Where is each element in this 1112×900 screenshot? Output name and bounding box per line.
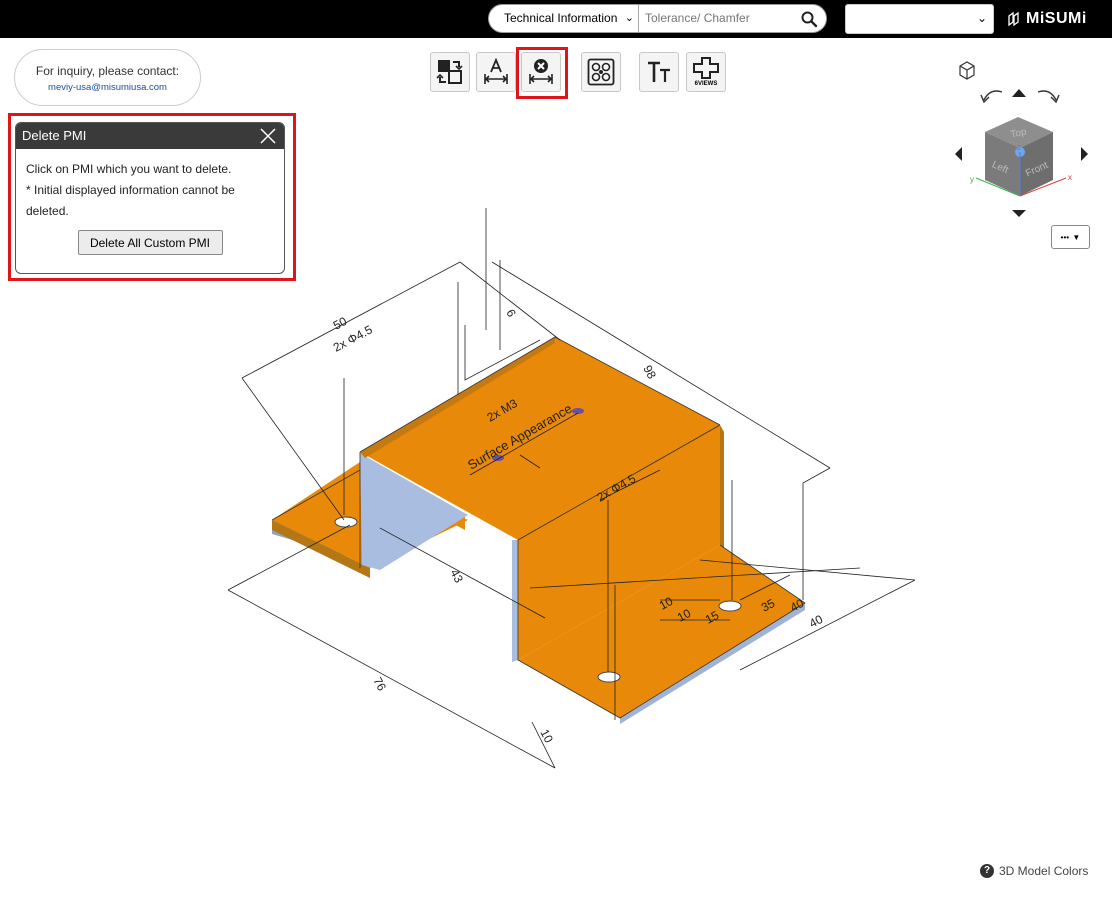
dim-35: 35 <box>759 596 778 615</box>
contact-email[interactable]: meviy-usa@misumiusa.com <box>15 82 200 93</box>
dim-10-a: 10 <box>657 594 676 613</box>
dim-98: 98 <box>640 363 659 382</box>
more-options-button[interactable]: ••• ▼ <box>1051 225 1090 249</box>
home-view-icon[interactable] <box>959 61 975 80</box>
misumi-logo[interactable]: MiSUMi <box>1008 9 1087 29</box>
six-views-icon <box>693 57 719 79</box>
add-dimension-button[interactable] <box>476 52 516 92</box>
panel-body: Click on PMI which you want to delete. *… <box>16 149 284 265</box>
caret-down-icon: ▼ <box>1072 233 1081 242</box>
dim-surface-appearance: Surface Appearance <box>465 401 575 473</box>
dim-10-b: 10 <box>675 606 694 625</box>
toggle-view-button[interactable] <box>430 52 470 92</box>
logo-text: MiSUMi <box>1026 10 1087 27</box>
chevron-down-icon: ⌄ <box>624 12 634 24</box>
rotate-right-icon[interactable] <box>1037 90 1060 104</box>
arrow-up-icon[interactable] <box>1012 89 1026 97</box>
y-axis-label: y <box>970 175 974 184</box>
active-tool-highlight <box>516 47 568 99</box>
dim-m3: 2x M3 <box>485 396 521 425</box>
search-input[interactable]: Tolerance/ Chamfer <box>640 5 790 32</box>
top-bar: Technical Information ⌄ Tolerance/ Chamf… <box>0 0 1112 38</box>
pmi-dimension-labels: 50 2x Φ4.5 6 98 2x M3 Surface Appearance… <box>331 307 826 746</box>
view-cube[interactable]: Top Left Front <box>985 117 1053 196</box>
logo-mark-icon <box>1008 11 1019 27</box>
hole-info-button[interactable] <box>581 52 621 92</box>
delete-all-custom-pmi-button[interactable]: Delete All Custom PMI <box>77 230 223 255</box>
view-cube-navigator: Top Left Front x y z <box>955 61 1088 217</box>
sheet-metal-part <box>271 336 806 724</box>
help-icon: ? <box>980 864 994 878</box>
search-category-label: Technical Information <box>504 11 618 25</box>
arrow-left-icon[interactable] <box>955 147 962 161</box>
panel-header: Delete PMI <box>16 123 284 149</box>
arrow-down-icon[interactable] <box>1012 210 1026 217</box>
search-category-select[interactable]: Technical Information ⌄ <box>489 5 639 32</box>
dimension-text-icon <box>484 58 508 84</box>
language-select[interactable]: ⌄ <box>845 4 994 34</box>
pmi-dimension-lines <box>227 208 916 769</box>
dim-6: 6 <box>503 307 519 320</box>
six-views-content: 6VIEWS <box>693 57 719 87</box>
close-icon[interactable] <box>260 128 276 144</box>
dim-40-b: 40 <box>807 612 826 631</box>
text-size-button[interactable] <box>639 52 679 92</box>
panel-note-cont: deleted. <box>26 204 69 218</box>
dim-hole-4-5-right: 2x Φ4.5 <box>595 471 639 504</box>
panel-instruction: Click on PMI which you want to delete. <box>26 162 232 176</box>
search-box: Technical Information ⌄ Tolerance/ Chamf… <box>488 4 827 33</box>
x-axis-label: x <box>1068 173 1072 182</box>
model-colors-label: 3D Model Colors <box>999 864 1089 878</box>
panel-note: * Initial displayed information cannot b… <box>26 183 235 197</box>
delete-pmi-panel: Delete PMI Click on PMI which you want t… <box>15 122 285 274</box>
arrow-right-icon[interactable] <box>1081 147 1088 161</box>
dim-40-a: 40 <box>788 596 807 615</box>
dim-76: 76 <box>370 675 389 694</box>
text-size-icon <box>648 61 670 82</box>
dim-50: 50 <box>331 314 350 333</box>
dim-10-c: 10 <box>537 727 556 746</box>
holes-grid-icon <box>587 58 615 86</box>
panel-title: Delete PMI <box>22 128 87 143</box>
six-views-button[interactable]: 6VIEWS <box>686 52 726 92</box>
search-icon[interactable] <box>800 10 818 28</box>
z-axis-label: z <box>1017 143 1021 152</box>
rotate-left-icon[interactable] <box>980 90 1003 104</box>
dim-43: 43 <box>447 567 466 586</box>
six-views-label: 6VIEWS <box>694 81 718 87</box>
model-colors-link[interactable]: ? 3D Model Colors <box>980 864 1088 878</box>
dim-15: 15 <box>703 608 722 627</box>
more-dots: ••• <box>1060 233 1070 242</box>
contact-badge: For inquiry, please contact: meviy-usa@m… <box>14 49 201 106</box>
chevron-down-icon: ⌄ <box>976 11 987 25</box>
swap-view-icon <box>436 60 463 84</box>
dim-hole-4-5-left: 2x Φ4.5 <box>331 322 375 354</box>
contact-text: For inquiry, please contact: <box>35 64 180 78</box>
